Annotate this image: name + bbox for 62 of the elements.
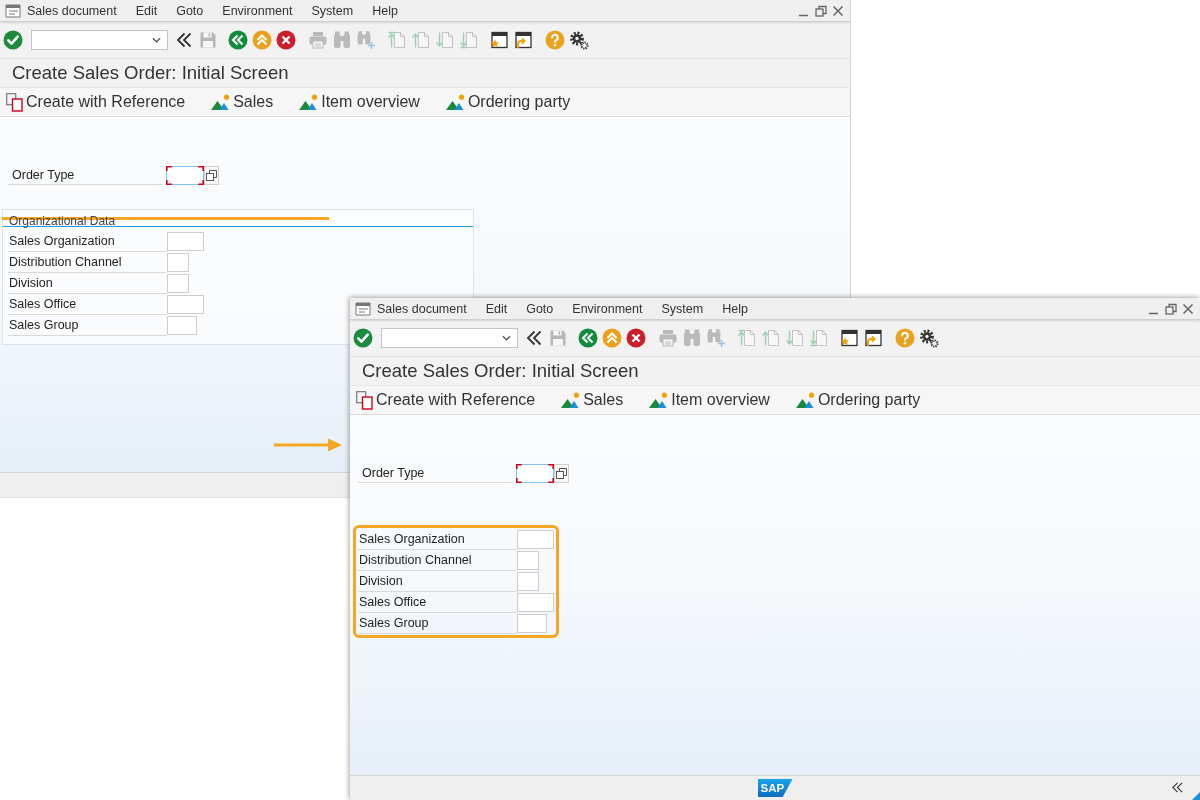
landscape-icon[interactable]	[445, 94, 465, 110]
toolbar-button[interactable]: Sales	[211, 93, 274, 111]
double-chevron-icon[interactable]	[524, 328, 544, 348]
landscape-icon[interactable]	[649, 392, 669, 408]
copy-icon[interactable]	[6, 92, 23, 112]
back-icon[interactable]	[578, 328, 598, 348]
menu-item[interactable]: Goto	[176, 3, 204, 18]
landscape-icon[interactable]	[211, 94, 231, 110]
check-circle-icon[interactable]	[353, 328, 373, 348]
toolbar-button[interactable]: Item overview	[649, 391, 770, 409]
squares-icon[interactable]	[206, 170, 217, 181]
back-icon[interactable]	[228, 30, 248, 50]
close-icon[interactable]	[1182, 302, 1194, 315]
command-field[interactable]	[381, 328, 518, 348]
arrow-icon	[274, 437, 342, 453]
menu-item[interactable]: Environment	[222, 3, 293, 18]
menu-icon[interactable]	[5, 3, 21, 18]
screen-title: Create Sales Order: Initial Screen	[12, 62, 289, 84]
menu-item[interactable]: System	[311, 3, 354, 18]
menu-item[interactable]: Sales document	[377, 301, 467, 316]
landscape-icon[interactable]	[299, 94, 319, 110]
double-chevron-icon[interactable]	[174, 30, 194, 50]
value-help-button[interactable]	[204, 166, 219, 185]
brand-logo: SAP	[757, 779, 793, 797]
menu-item[interactable]: Edit	[135, 3, 158, 18]
input-field[interactable]	[166, 166, 204, 185]
menu-item[interactable]: Edit	[485, 301, 508, 316]
check-circle-icon[interactable]	[3, 30, 23, 50]
menu-item[interactable]: Environment	[572, 301, 643, 316]
menu-item[interactable]: Help	[722, 301, 748, 316]
field-label: Order Type	[8, 166, 163, 185]
squares-icon[interactable]	[556, 468, 567, 479]
cancel-icon[interactable]	[626, 328, 646, 348]
double-chevron-icon[interactable]	[1171, 782, 1184, 793]
command-field[interactable]	[31, 30, 168, 50]
value-help-button[interactable]	[554, 464, 569, 483]
field-label: Order Type	[358, 464, 513, 483]
landscape-icon[interactable]	[795, 392, 815, 408]
menu-item[interactable]: Help	[372, 3, 398, 18]
toolbar-button[interactable]: Ordering party	[445, 93, 571, 111]
copy-icon[interactable]	[356, 390, 373, 410]
input-field[interactable]	[516, 464, 554, 483]
chevron-down-icon[interactable]	[152, 37, 161, 43]
toolbar-button[interactable]: Create with Reference	[6, 92, 186, 112]
settings-icon[interactable]	[919, 328, 939, 348]
toolbar-button[interactable]: Ordering party	[795, 391, 921, 409]
toolbar-button[interactable]: Create with Reference	[356, 390, 536, 410]
screen-title: Create Sales Order: Initial Screen	[362, 360, 639, 382]
menu-item[interactable]: Goto	[526, 301, 554, 316]
menu-item[interactable]: Sales document	[27, 3, 117, 18]
close-icon[interactable]	[832, 4, 844, 17]
menu-item[interactable]: System	[661, 301, 704, 316]
chevron-down-icon[interactable]	[502, 335, 511, 341]
cancel-icon[interactable]	[276, 30, 296, 50]
restore-icon[interactable]	[1165, 302, 1177, 315]
restore-icon[interactable]	[815, 4, 827, 17]
landscape-icon[interactable]	[561, 392, 581, 408]
menu-icon[interactable]	[355, 301, 371, 316]
toolbar-button[interactable]: Item overview	[299, 93, 420, 111]
toolbar-button[interactable]: Sales	[561, 391, 624, 409]
settings-icon[interactable]	[569, 30, 589, 50]
resize-grip-icon[interactable]	[1192, 792, 1200, 800]
